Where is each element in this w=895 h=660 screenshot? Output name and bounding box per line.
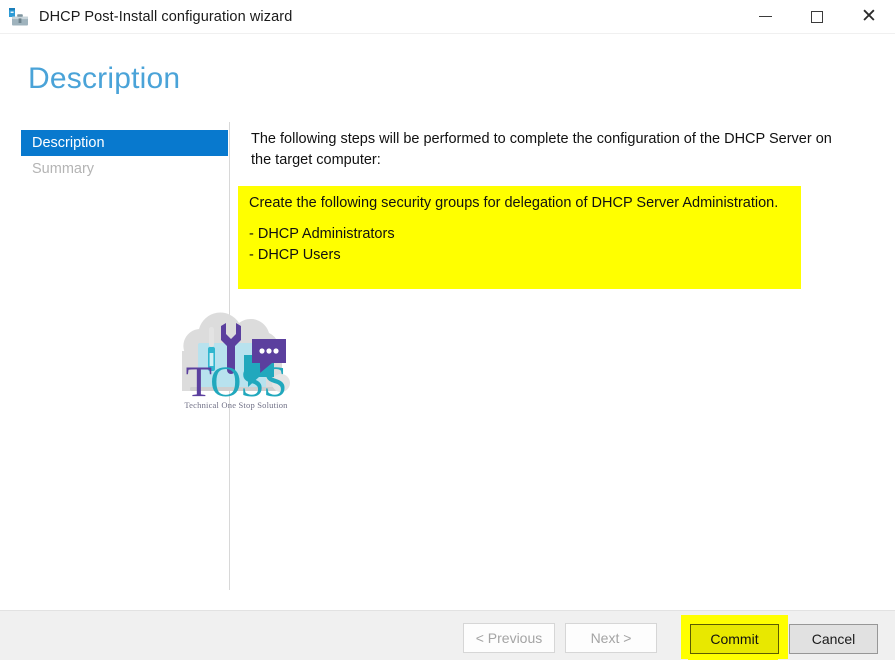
close-icon: ✕ [861, 5, 877, 27]
brand-letter-s2: S [263, 359, 287, 406]
sidebar-item-label: Description [32, 135, 105, 151]
highlight-callout: Create the following security groups for… [238, 186, 801, 289]
maximize-icon [811, 10, 823, 23]
page-title: Description [28, 62, 181, 95]
callout-item-dhcp-users: - DHCP Users [249, 247, 341, 264]
previous-button[interactable]: < Previous [463, 623, 555, 653]
toss-brand-text: TOSS [168, 361, 304, 404]
wizard-step-nav: Description Summary [21, 130, 228, 182]
toss-watermark-logo: TOSS Technical One Stop Solution [168, 303, 304, 423]
sidebar-item-label: Summary [32, 161, 95, 177]
title-bar: DHCP Post-Install configuration wizard ✕ [0, 0, 895, 33]
window-title: DHCP Post-Install configuration wizard [39, 8, 293, 25]
title-bar-separator [0, 33, 895, 34]
sidebar-item-description[interactable]: Description [21, 130, 228, 156]
next-button[interactable]: Next > [565, 623, 657, 653]
bottom-highlight-marker [688, 656, 778, 660]
callout-heading: Create the following security groups for… [249, 195, 779, 211]
minimize-button[interactable] [739, 0, 791, 33]
sidebar-item-summary[interactable]: Summary [21, 156, 228, 182]
brand-letter-o: O [210, 359, 241, 406]
intro-text: The following steps will be performed to… [251, 131, 832, 169]
callout-item-dhcp-administrators: - DHCP Administrators [249, 226, 395, 243]
brand-letter-t: T [185, 359, 211, 406]
dhcp-toolbox-icon [8, 6, 30, 28]
cancel-button[interactable]: Cancel [789, 624, 878, 654]
maximize-button[interactable] [791, 0, 843, 33]
toss-tagline: Technical One Stop Solution [184, 400, 288, 410]
brand-letter-s1: S [240, 359, 264, 406]
commit-button[interactable]: Commit [690, 624, 779, 654]
window-controls: ✕ [739, 0, 895, 33]
close-button[interactable]: ✕ [843, 0, 895, 33]
minimize-icon [758, 16, 772, 17]
